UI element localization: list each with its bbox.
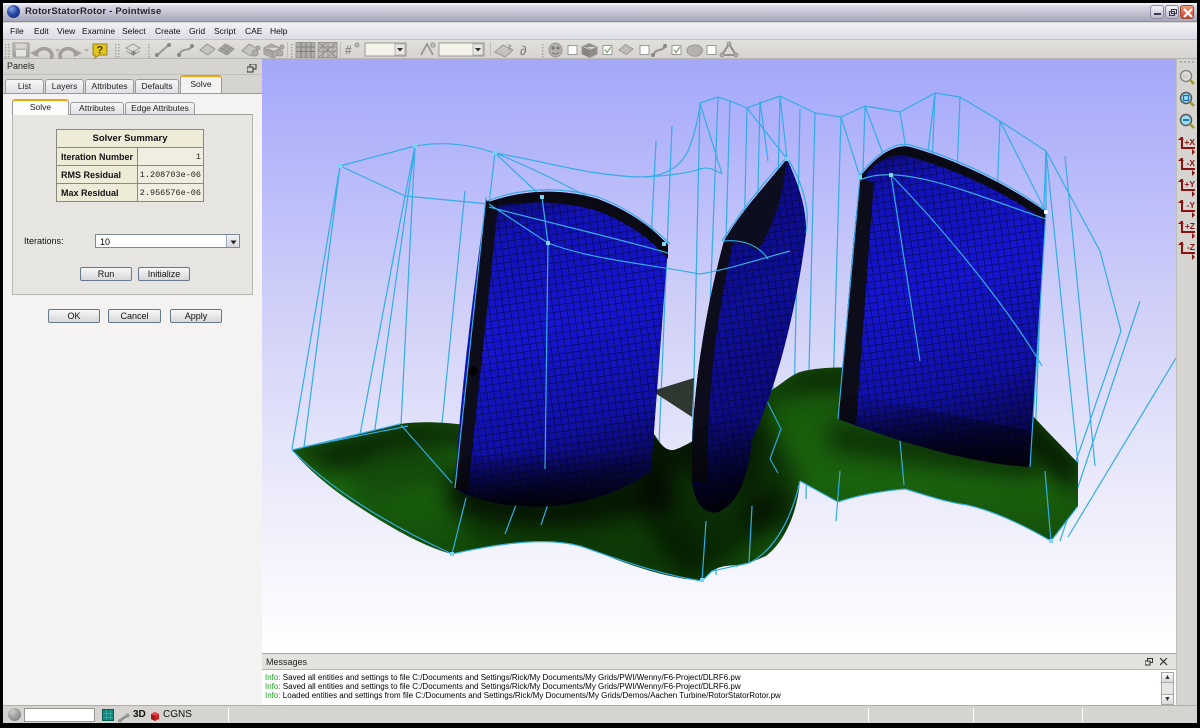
svg-text:50: 50 — [1183, 75, 1189, 81]
svg-text:?: ? — [97, 45, 104, 57]
svg-text:∂: ∂ — [520, 43, 526, 58]
svg-text:#: # — [345, 43, 352, 57]
